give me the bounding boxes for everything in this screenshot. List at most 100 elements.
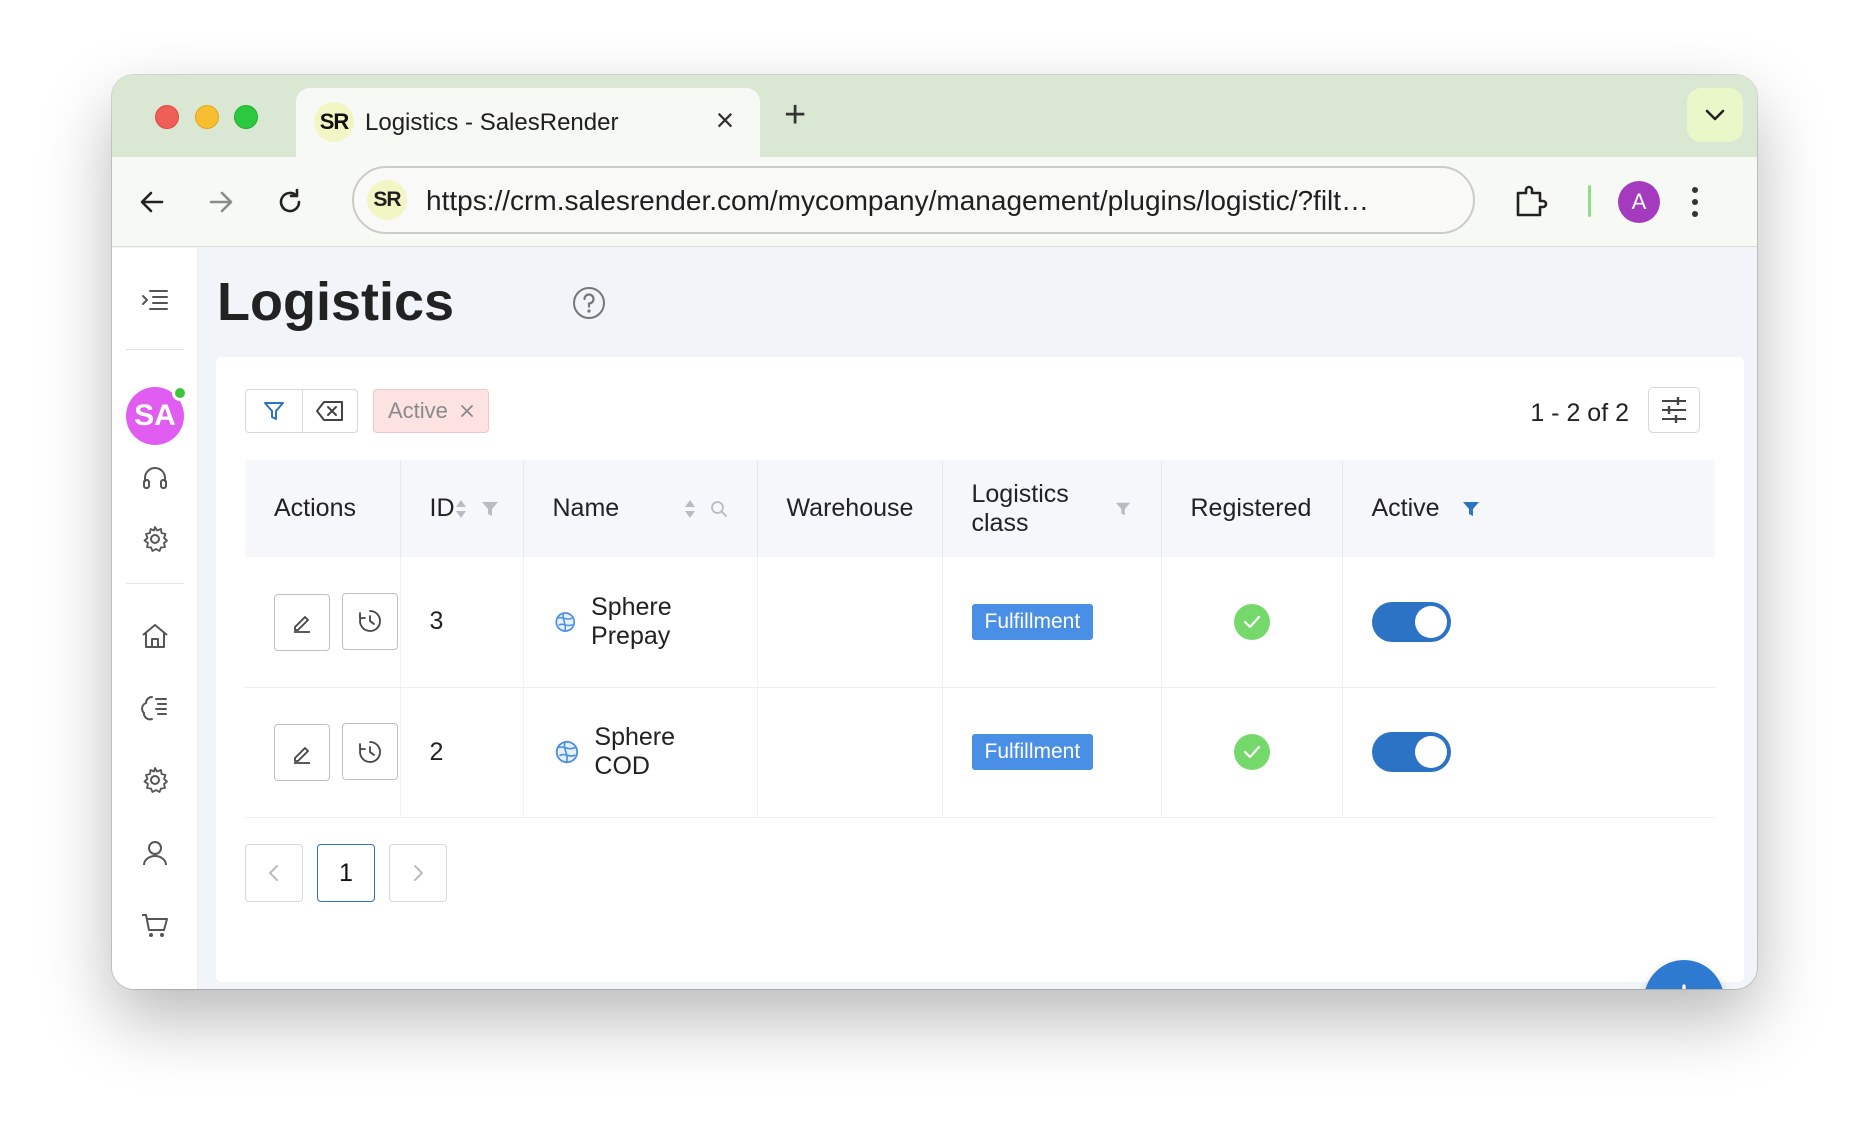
name-cell[interactable]: Sphere Prepay (523, 557, 758, 688)
sidebar-item-orders[interactable] (132, 902, 178, 948)
sort-icon[interactable] (684, 499, 696, 519)
column-header-name[interactable]: Name (523, 460, 758, 557)
edit-button[interactable] (274, 724, 330, 781)
reload-button[interactable] (267, 179, 313, 225)
page-title: Logistics (217, 272, 455, 332)
backspace-icon (315, 401, 343, 421)
plugin-icon (141, 696, 167, 721)
column-header-warehouse[interactable]: Warehouse (757, 460, 943, 557)
column-header-id[interactable]: ID (400, 460, 524, 557)
tab-search-button[interactable] (1687, 88, 1743, 142)
logistics-class-cell: Fulfillment (942, 687, 1162, 818)
browser-window: SR Logistics - SalesRender × + SR https:… (112, 75, 1757, 989)
prev-page-button[interactable] (245, 844, 303, 902)
filter-icon[interactable] (481, 500, 499, 518)
forward-button[interactable] (198, 179, 244, 225)
active-toggle[interactable] (1371, 601, 1451, 642)
edit-button[interactable] (274, 593, 330, 651)
cart-icon (142, 914, 168, 937)
sidebar-item-support[interactable] (132, 456, 178, 502)
browser-menu-button[interactable] (1680, 179, 1710, 225)
arrow-right-icon (209, 191, 233, 213)
column-settings-button[interactable] (1648, 387, 1700, 433)
page-button-1[interactable]: 1 (317, 844, 375, 902)
minimize-window-button[interactable] (195, 105, 219, 129)
chevron-down-icon (1705, 109, 1725, 121)
back-button[interactable] (129, 179, 175, 225)
url-text[interactable]: https://crm.salesrender.com/mycompany/ma… (426, 185, 1436, 217)
sort-icon[interactable] (455, 499, 467, 519)
sidebar-item-home[interactable] (132, 613, 178, 659)
history-button[interactable] (342, 723, 398, 780)
sphere-logo-icon (555, 740, 578, 764)
tab-strip: SR Logistics - SalesRender × + (112, 75, 1757, 157)
history-icon (359, 740, 381, 763)
active-toggle[interactable] (1371, 732, 1451, 772)
history-icon (359, 610, 381, 633)
warehouse-cell (757, 687, 943, 818)
history-button[interactable] (342, 592, 398, 650)
plus-icon (1682, 984, 1686, 989)
menu-icon (142, 290, 168, 310)
tab-logistics[interactable]: SR Logistics - SalesRender × (296, 88, 760, 157)
logistics-class-cell: Fulfillment (942, 557, 1162, 688)
close-window-button[interactable] (155, 105, 179, 129)
sidebar-item-settings[interactable] (132, 516, 178, 562)
header-label: Registered (1190, 494, 1312, 522)
address-bar[interactable]: SR https://crm.salesrender.com/mycompany… (352, 166, 1475, 234)
header-label: Active (1371, 494, 1440, 522)
gear-icon (143, 526, 168, 552)
profile-avatar[interactable]: A (1618, 181, 1660, 223)
clear-filters-button[interactable] (301, 390, 358, 432)
column-header-logistics-class[interactable]: Logistics class (942, 460, 1162, 557)
filter-icon[interactable] (1311, 500, 1313, 518)
column-header-active[interactable]: Active (1342, 460, 1715, 557)
logistics-card: Active 1 - 2 of 2 Actions ID Name Wareho… (216, 357, 1744, 982)
tab-close-button[interactable]: × (708, 103, 742, 137)
class-badge: Fulfillment (971, 603, 1094, 640)
sidebar: SA (112, 248, 198, 989)
next-page-button[interactable] (389, 844, 447, 902)
user-icon (143, 841, 167, 866)
toolbar-separator (1588, 185, 1591, 217)
sidebar-item-users[interactable] (132, 830, 178, 876)
column-header-actions: Actions (245, 460, 401, 557)
chevron-left-icon (269, 865, 278, 881)
active-filter-chip[interactable]: Active (373, 389, 489, 433)
header-label: Logistics class (971, 479, 1069, 537)
table-row: 3 Sphere Prepay Fulfillment (245, 557, 1715, 688)
pencil-icon (294, 746, 310, 764)
table-header-row: Actions ID Name Warehouse Logistics clas… (245, 460, 1715, 557)
column-header-registered[interactable]: Registered (1161, 460, 1343, 557)
sidebar-item-management[interactable] (132, 757, 178, 803)
close-icon[interactable] (460, 404, 474, 418)
sidebar-toggle-button[interactable] (132, 277, 178, 323)
id-cell: 2 (400, 687, 524, 818)
actions-cell (245, 687, 401, 818)
filter-active-icon[interactable] (1462, 500, 1480, 518)
search-icon[interactable] (710, 500, 728, 518)
header-label: Warehouse (786, 494, 914, 522)
logistics-table: Actions ID Name Warehouse Logistics clas… (245, 460, 1715, 818)
filter-icon[interactable] (1115, 500, 1131, 518)
browser-toolbar: SR https://crm.salesrender.com/mycompany… (112, 157, 1757, 247)
name-cell[interactable]: Sphere COD (523, 687, 758, 818)
check-circle-icon (1233, 734, 1270, 770)
sidebar-item-plugins[interactable] (132, 685, 178, 731)
gear-icon (143, 767, 168, 793)
warehouse-cell (757, 557, 943, 688)
header-label: Actions (274, 494, 356, 522)
maximize-window-button[interactable] (234, 105, 258, 129)
sidebar-divider (126, 583, 184, 584)
online-status-dot-overlay (172, 385, 188, 401)
dot (1692, 199, 1698, 205)
page: SA Logistics Active 1 - 2 of 2 Actions I… (112, 248, 1757, 989)
chip-label: Active (388, 398, 448, 423)
extensions-icon[interactable] (1510, 181, 1550, 221)
registered-cell (1161, 557, 1343, 688)
tab-favicon: SR (314, 102, 354, 142)
help-icon[interactable] (572, 286, 606, 320)
filter-button[interactable] (246, 390, 302, 432)
new-tab-button[interactable]: + (784, 95, 806, 135)
id-cell: 3 (400, 557, 524, 688)
